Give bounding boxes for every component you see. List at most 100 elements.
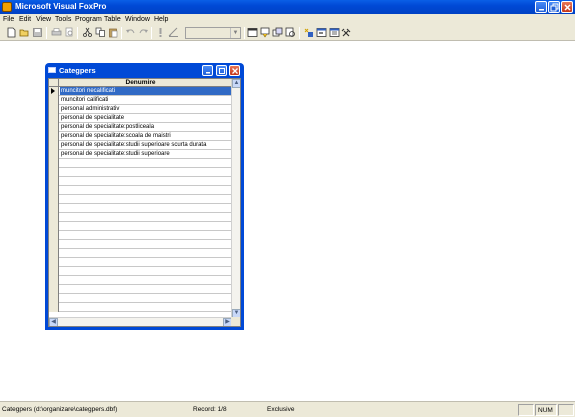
record-selector[interactable] [49, 132, 59, 141]
table-row[interactable] [49, 231, 232, 240]
undo-icon[interactable] [125, 27, 136, 38]
column-header-denumire[interactable]: Denumire [49, 79, 232, 87]
chevron-down-icon[interactable]: ▼ [230, 28, 240, 38]
form-wizard-icon[interactable] [316, 27, 327, 38]
table-row[interactable] [49, 177, 232, 186]
record-selector[interactable] [49, 114, 59, 123]
child-title-bar[interactable]: Categpers [45, 63, 244, 78]
table-row[interactable] [49, 276, 232, 285]
categpers-browse-window[interactable]: Categpers Denumire muncitori necalificat… [45, 63, 244, 330]
table-row[interactable]: personal de specialitate:studii superioa… [49, 141, 232, 150]
record-selector[interactable] [49, 285, 59, 294]
cut-icon[interactable] [82, 27, 93, 38]
denumire-cell[interactable]: personal administrativ [61, 105, 119, 113]
run-icon[interactable] [155, 27, 166, 38]
data-session-icon[interactable] [285, 27, 296, 38]
table-row[interactable] [49, 159, 232, 168]
record-selector[interactable] [49, 231, 59, 240]
denumire-cell[interactable]: personal de specialitate:postliceala [61, 123, 154, 131]
record-selector[interactable] [49, 177, 59, 186]
table-row[interactable]: personal de specialitate:scoala de maist… [49, 132, 232, 141]
data-session-combo[interactable]: ▼ [185, 27, 241, 39]
table-row[interactable] [49, 249, 232, 258]
child-minimize-button[interactable] [202, 65, 213, 76]
table-row[interactable]: personal administrativ [49, 105, 232, 114]
paste-icon[interactable] [108, 27, 119, 38]
table-row[interactable] [49, 168, 232, 177]
record-selector[interactable] [49, 96, 59, 105]
table-row[interactable]: personal de specialitate:postliceala [49, 123, 232, 132]
record-selector[interactable] [49, 195, 59, 204]
record-selector[interactable] [49, 87, 59, 96]
restore-button[interactable] [548, 1, 560, 13]
menu-help[interactable]: Help [154, 16, 168, 23]
minimize-button[interactable] [535, 1, 547, 13]
report-icon[interactable] [329, 27, 340, 38]
menu-tools[interactable]: Tools [55, 16, 71, 23]
record-selector[interactable] [49, 258, 59, 267]
record-selector[interactable] [49, 123, 59, 132]
record-selector[interactable] [49, 186, 59, 195]
builder-icon[interactable] [341, 27, 352, 38]
denumire-cell[interactable]: personal de specialitate:studii superioa… [61, 150, 170, 158]
record-selector[interactable] [49, 141, 59, 150]
child-close-button[interactable] [229, 65, 240, 76]
record-selector[interactable] [49, 105, 59, 114]
table-row[interactable] [49, 267, 232, 276]
menu-edit[interactable]: Edit [19, 16, 31, 23]
print-icon[interactable] [51, 27, 62, 38]
save-icon[interactable] [32, 27, 43, 38]
table-row[interactable] [49, 258, 232, 267]
table-row[interactable] [49, 303, 232, 312]
new-icon[interactable] [6, 27, 17, 38]
table-row[interactable]: muncitori necalificati [49, 87, 232, 96]
child-maximize-button[interactable] [216, 65, 227, 76]
view-window-icon[interactable] [272, 27, 283, 38]
record-selector[interactable] [49, 168, 59, 177]
record-selector[interactable] [49, 222, 59, 231]
record-selector[interactable] [49, 159, 59, 168]
copy-icon[interactable] [95, 27, 106, 38]
table-row[interactable] [49, 213, 232, 222]
scroll-left-icon[interactable]: ◀ [49, 318, 58, 326]
record-selector[interactable] [49, 204, 59, 213]
browse-grid[interactable]: Denumire muncitori necalificati muncitori… [48, 78, 241, 327]
table-row[interactable]: personal de specialitate [49, 114, 232, 123]
table-row[interactable]: muncitori calificati [49, 96, 232, 105]
table-row[interactable] [49, 294, 232, 303]
record-selector[interactable] [49, 249, 59, 258]
table-row[interactable] [49, 222, 232, 231]
menu-window[interactable]: Window [125, 16, 150, 23]
denumire-cell[interactable]: muncitori calificati [61, 96, 108, 104]
table-row[interactable] [49, 204, 232, 213]
record-selector[interactable] [49, 303, 59, 312]
menu-program[interactable]: Program [75, 16, 102, 23]
record-selector[interactable] [49, 267, 59, 276]
close-button[interactable] [561, 1, 573, 13]
foxpro-app-icon[interactable] [2, 2, 12, 12]
menu-view[interactable]: View [36, 16, 51, 23]
database-icon[interactable] [260, 27, 271, 38]
record-selector[interactable] [49, 150, 59, 159]
denumire-cell[interactable]: personal de specialitate [61, 114, 124, 122]
vertical-scrollbar[interactable]: ▲ ▼ [231, 79, 240, 318]
print-preview-icon[interactable] [64, 27, 75, 38]
table-row[interactable] [49, 285, 232, 294]
denumire-cell[interactable]: personal de specialitate:studii superioa… [61, 141, 206, 149]
record-selector[interactable] [49, 276, 59, 285]
scroll-up-icon[interactable]: ▲ [232, 79, 240, 88]
menu-file[interactable]: File [3, 16, 14, 23]
horizontal-scrollbar[interactable]: ◀ ▶ [49, 317, 232, 326]
table-row[interactable] [49, 186, 232, 195]
denumire-cell[interactable]: personal de specialitate:scoala de maist… [61, 132, 171, 140]
properties-icon[interactable] [303, 27, 314, 38]
record-selector[interactable] [49, 294, 59, 303]
denumire-cell[interactable]: muncitori necalificati [60, 87, 232, 95]
record-selector[interactable] [49, 240, 59, 249]
open-icon[interactable] [19, 27, 30, 38]
table-row[interactable]: personal de specialitate:studii superioa… [49, 150, 232, 159]
redo-icon[interactable] [138, 27, 149, 38]
menu-table[interactable]: Table [104, 16, 121, 23]
modify-form-icon[interactable] [168, 27, 179, 38]
table-row[interactable] [49, 195, 232, 204]
